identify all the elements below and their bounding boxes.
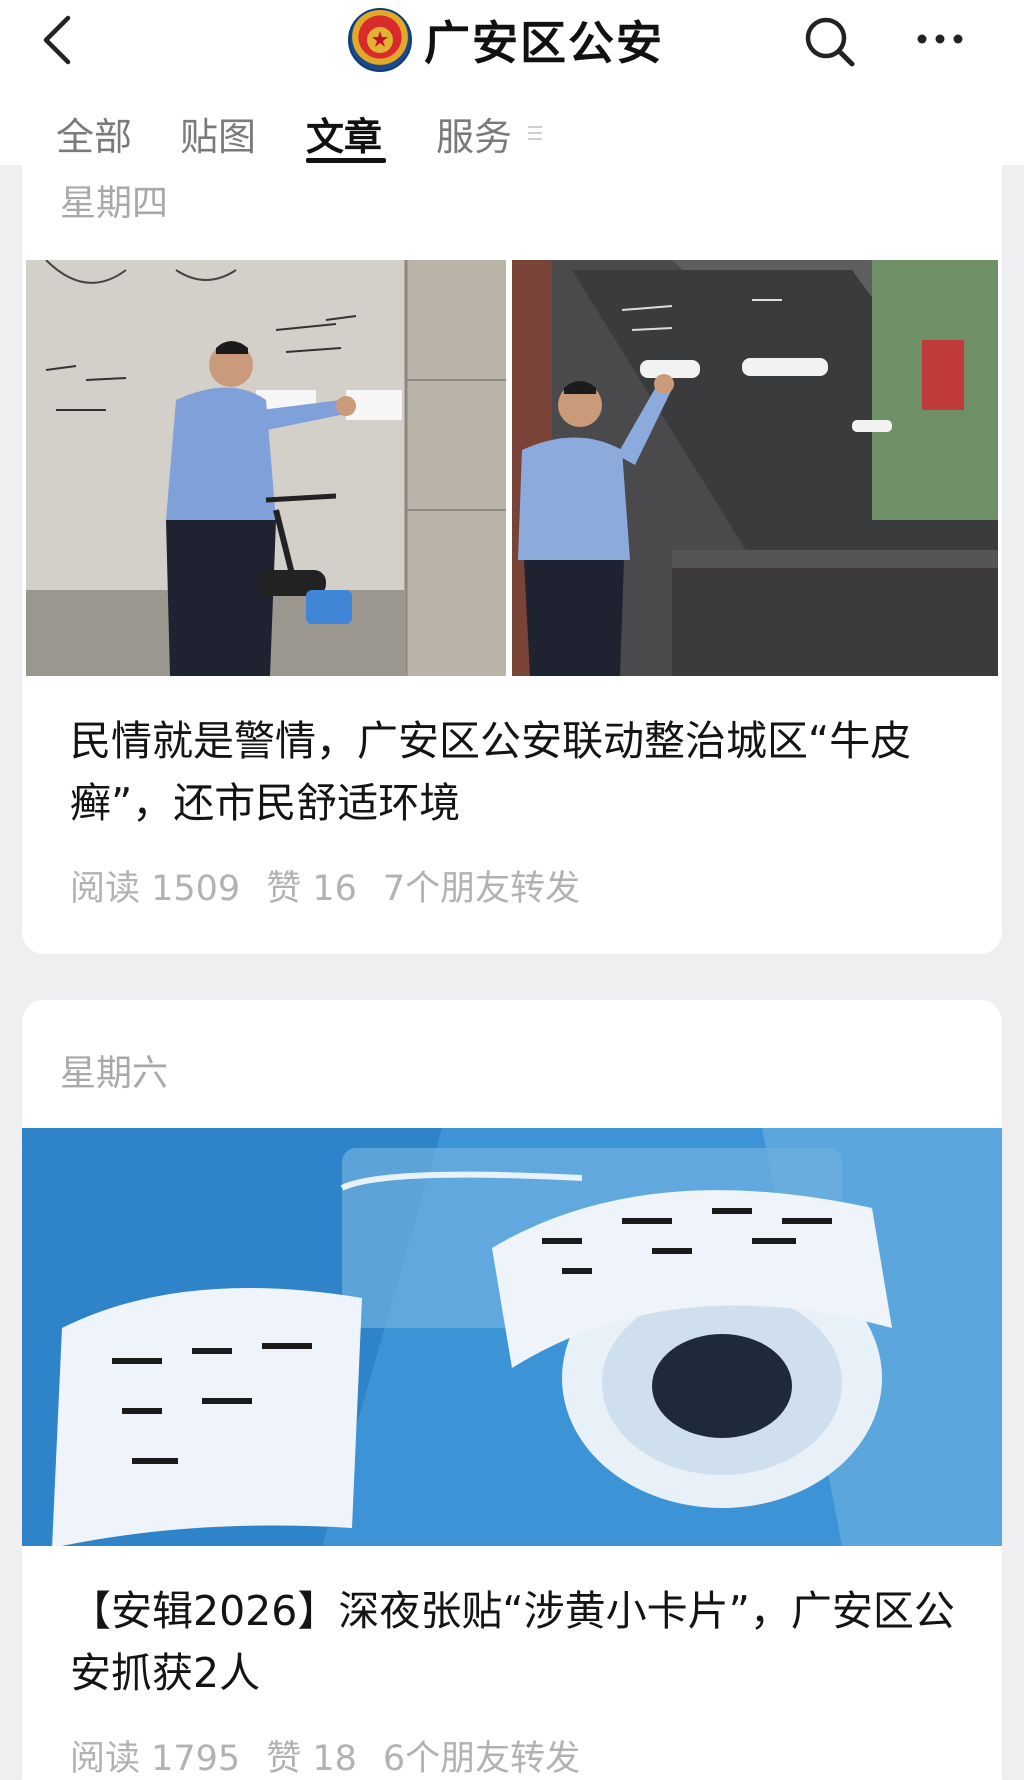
share-count: 7个朋友转发 [382, 869, 581, 909]
article-cover-image[interactable] [22, 1128, 1002, 1546]
page-title: 广安区公安 [424, 16, 664, 70]
tab-overflow-icon [526, 122, 544, 144]
read-count: 阅读 1509 [70, 869, 241, 909]
article-title[interactable]: 民情就是警情，广安区公安联动整治城区“牛皮癣”，还市民舒适环境 [70, 710, 970, 834]
search-icon[interactable] [800, 12, 860, 72]
cover-image-left [26, 260, 506, 676]
day-label: 星期六 [60, 1053, 169, 1094]
day-label: 星期四 [60, 183, 169, 224]
account-title[interactable]: 广安区公安 [348, 6, 664, 74]
top-bar: 广安区公安 全部 贴图 文章 服务 [0, 0, 1024, 165]
article-title[interactable]: 【安辑2026】深夜张贴“涉黄小卡片”，广安区公安抓获2人 [70, 1580, 970, 1704]
more-icon[interactable] [912, 24, 972, 54]
cover-image-right [512, 260, 998, 676]
article-card[interactable]: 星期六 【安辑2026】深夜张贴“涉黄小卡片”，广安区公安抓获2人 阅读 179… [22, 1000, 1002, 1780]
back-arrow-icon[interactable] [38, 12, 78, 68]
share-count: 6个朋友转发 [382, 1739, 581, 1779]
article-card[interactable]: 星期四 民情就是警情，广安区公安联动整治城区“牛皮癣”，还市民舒适环境 阅读 1… [22, 130, 1002, 954]
article-meta: 阅读 1509 赞 16 7个朋友转发 [70, 860, 580, 911]
article-cover-images[interactable] [26, 260, 998, 676]
like-count: 赞 16 [266, 869, 357, 909]
tab-bar: 全部 贴图 文章 服务 [0, 96, 1024, 166]
tab-images[interactable]: 贴图 [180, 106, 256, 161]
article-meta: 阅读 1795 赞 18 6个朋友转发 [70, 1730, 580, 1780]
police-emblem-icon [348, 8, 412, 72]
like-count: 赞 18 [266, 1739, 357, 1779]
tab-services[interactable]: 服务 [436, 106, 512, 161]
tab-articles[interactable]: 文章 [306, 106, 382, 161]
active-tab-indicator [306, 158, 386, 163]
read-count: 阅读 1795 [70, 1739, 241, 1779]
tab-all[interactable]: 全部 [56, 106, 132, 161]
